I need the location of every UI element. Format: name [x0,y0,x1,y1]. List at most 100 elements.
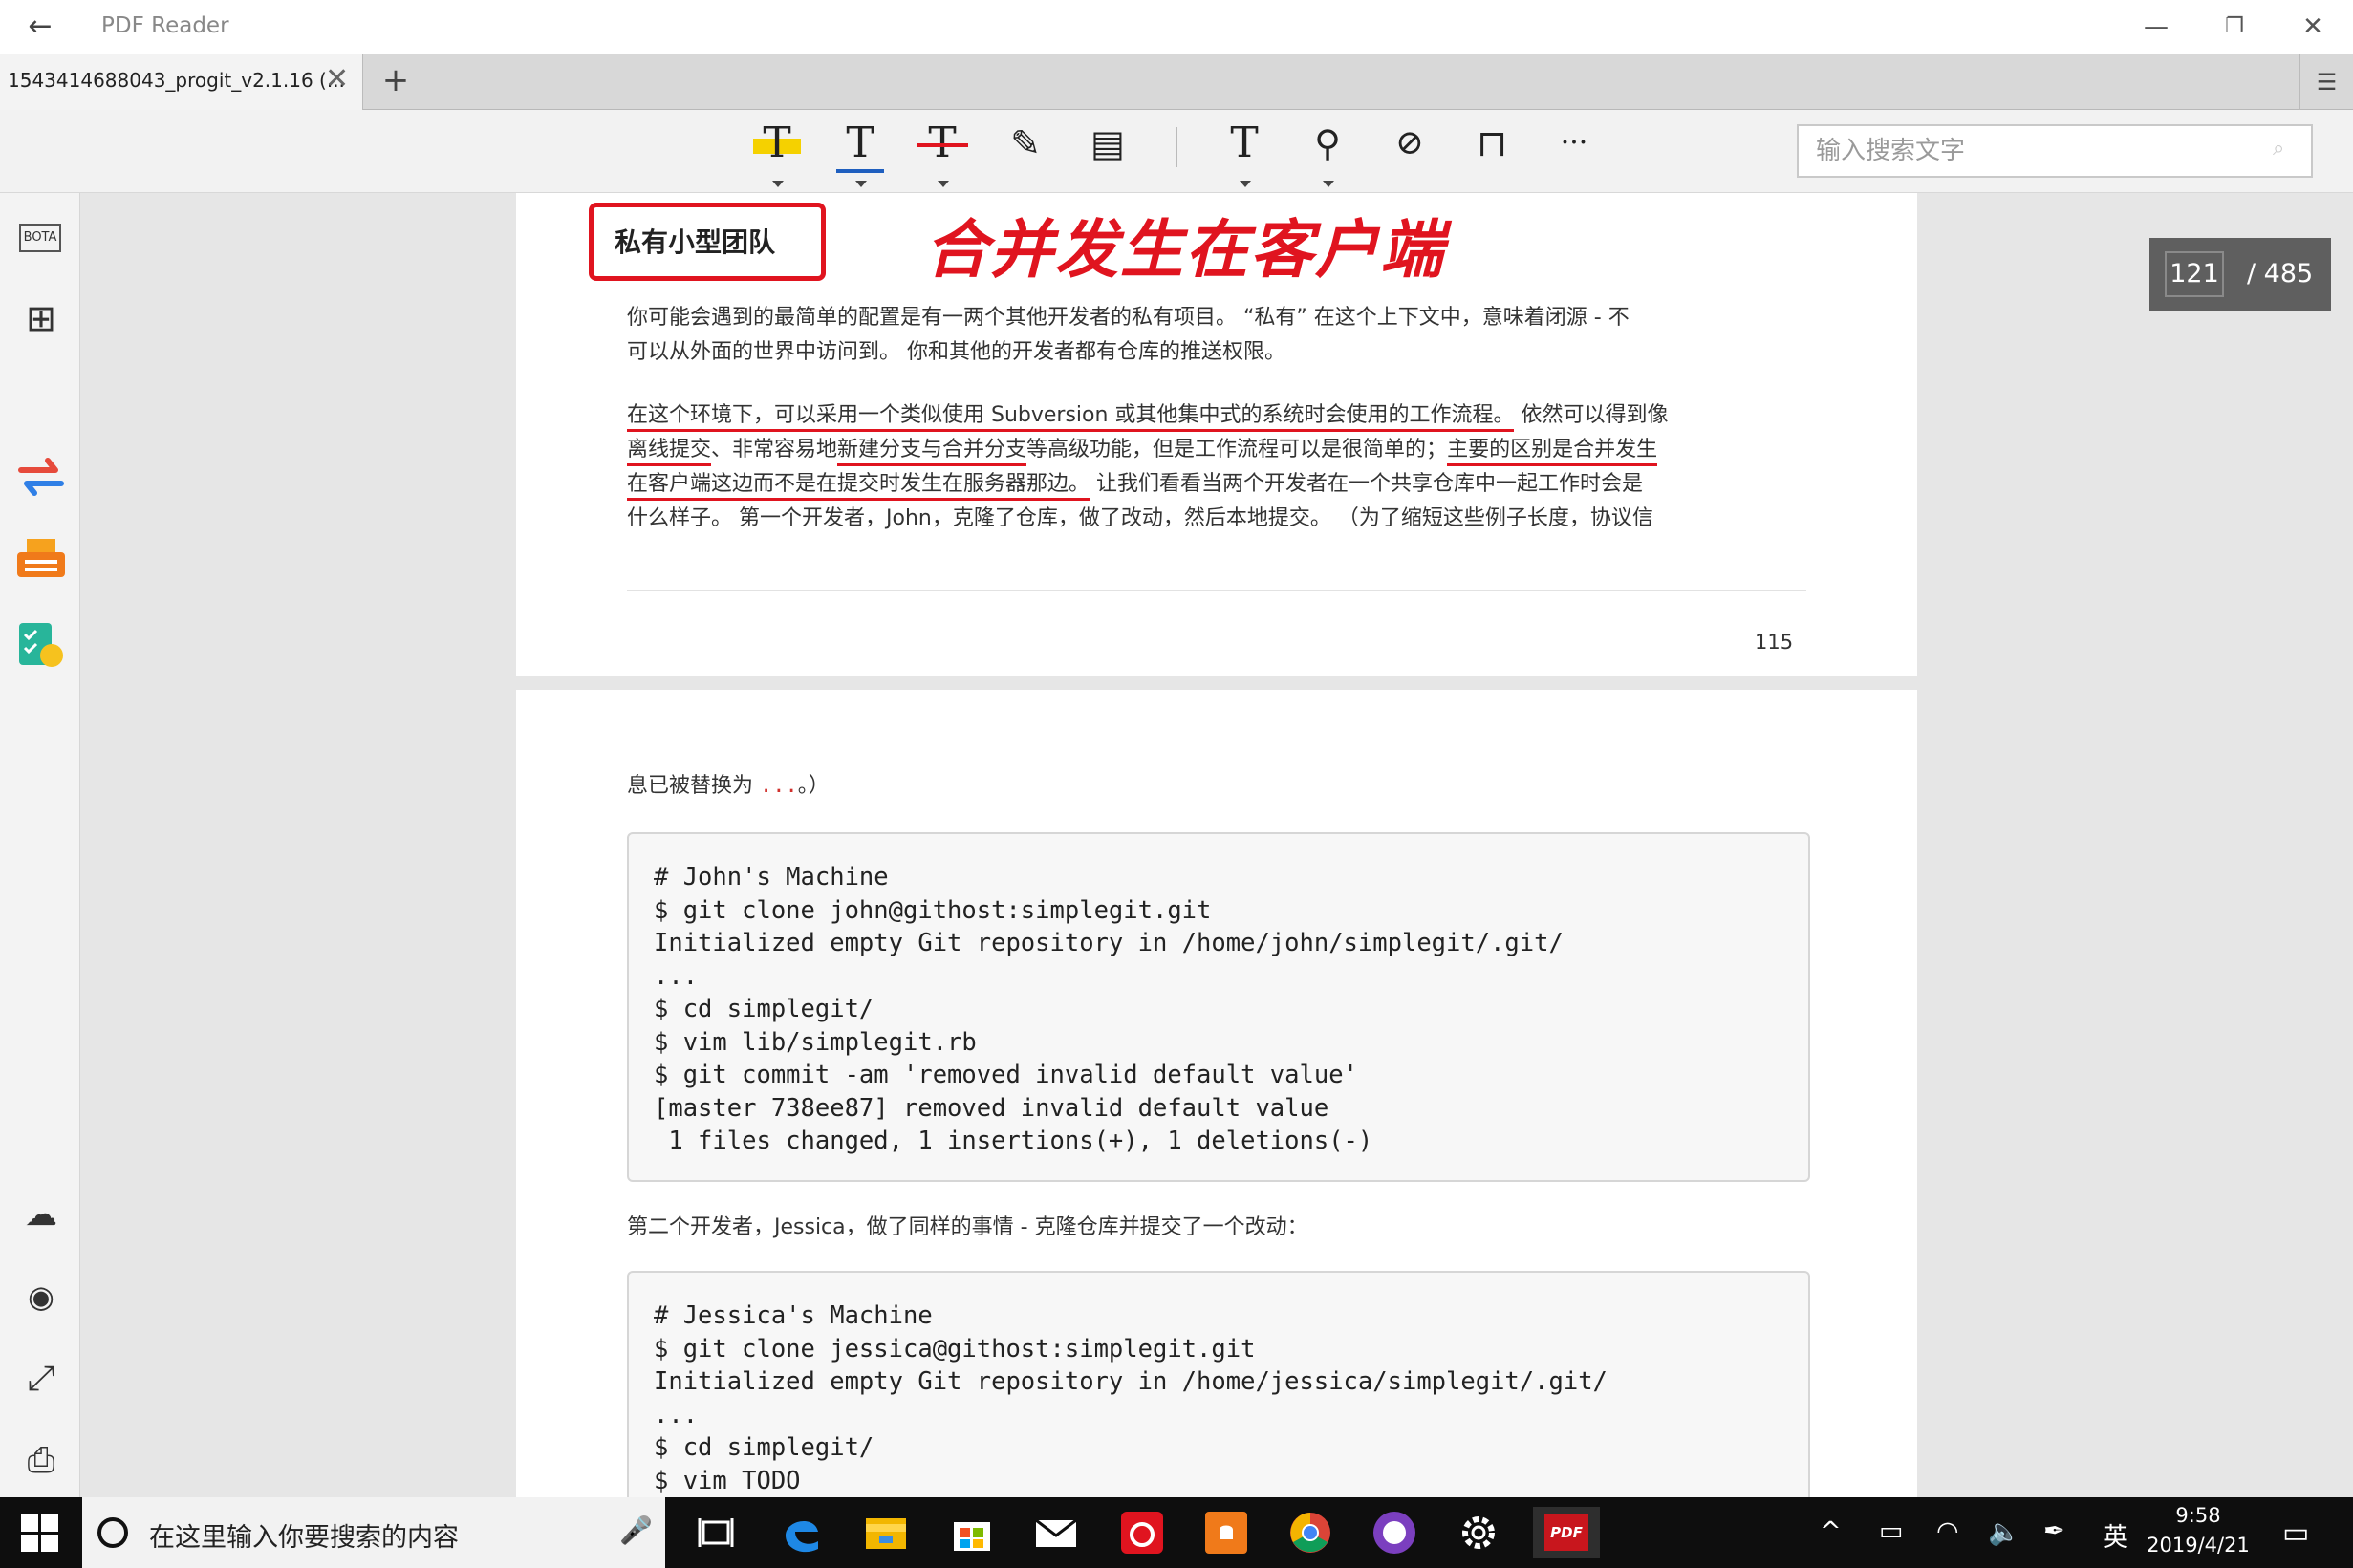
github-icon[interactable] [1369,1507,1420,1558]
pdf-page: 息已被替换为 ...。） # John's Machine $ git clon… [516,690,1917,1497]
text-span: 让我们看看当两个开发者在一个共享仓库中一起工作时会是 [1090,472,1644,496]
battery-icon[interactable]: ▭ [1879,1516,1904,1546]
file-explorer-icon[interactable] [860,1507,912,1558]
code-line: [master 738ee87] removed invalid default… [654,1093,1329,1123]
convert-icon[interactable] [13,449,69,505]
code-line: # John's Machine [654,863,889,891]
new-tab-button[interactable]: + [373,59,419,105]
notification-center-icon[interactable]: ▭ [2282,1516,2309,1550]
clock-time[interactable]: 9:58 [2160,1504,2236,1527]
code-line: 1 files changed, 1 insertions(+), 1 dele… [654,1127,1373,1155]
chevron-down-icon[interactable] [855,181,867,187]
eye-icon[interactable]: ◉ [13,1269,69,1324]
highlight-text-tool[interactable]: T [749,118,805,188]
pen-workspace-icon[interactable]: ✒ [2043,1516,2065,1546]
fullscreen-icon[interactable]: ⤢ [13,1351,69,1407]
close-tab-icon[interactable]: ✕ [325,62,349,96]
search-icon[interactable]: ⌕ [2273,137,2284,161]
more-icon: ··· [1560,126,1588,160]
paragraph-line: 在客户端这边而不是在提交时发生在服务器那边。 让我们看看当两个开发者在一个共享仓… [627,466,1644,501]
paragraph-line: 息已被替换为 ...。） [627,768,830,799]
bookmark-tool[interactable]: ⊓ [1464,118,1520,188]
paragraph-line: 可以从外面的世界中访问到。 你和其他的开发者都有仓库的推送权限。 [627,340,1285,364]
document-tab[interactable]: 1543414688043_progit_v2.1.16 (... ✕ [0,54,363,110]
document-viewer[interactable]: 私有小型团队 合并发生在客户端 你可能会遇到的最简单的配置是有一两个其他开发者的… [81,193,2353,1497]
cortana-icon[interactable] [97,1517,128,1548]
paragraph-line: 什么样子。 第一个开发者，John，克隆了仓库，做了改动，然后本地提交。 （为了… [627,506,1653,530]
paragraph-line: 第二个开发者，Jessica，做了同样的事情 - 克隆仓库并提交了一个改动： [627,1215,1308,1239]
text-span: 。） [797,774,830,798]
pdf-reader-icon[interactable]: PDF [1533,1507,1600,1558]
stamp-icon: ⚲ [1314,122,1341,164]
underline-text-tool[interactable]: T [832,118,888,188]
fax-icon[interactable] [13,533,69,589]
code-line: # Jessica's Machine [654,1301,933,1330]
text-tool[interactable]: T [1217,118,1272,188]
underlined-text: 主要的区别是合并发生 [1447,438,1658,466]
taskbar-search-box[interactable]: 在这里输入你要搜索的内容 🎤 [82,1497,665,1568]
thumbnails-grid-icon[interactable]: ⊞ [13,290,69,346]
code-block: # John's Machine $ git clone john@githos… [627,832,1810,1182]
close-window-button[interactable]: ✕ [2284,6,2342,48]
stamp-tool[interactable]: ⚲ [1300,118,1355,188]
cloud-icon[interactable]: ☁ [13,1187,69,1242]
code-line: Initialized empty Git repository in /hom… [654,929,1564,957]
tab-list-menu-icon[interactable]: ☰ [2299,54,2353,110]
store-icon[interactable] [946,1507,998,1558]
link-icon: ⊘ [1394,123,1425,162]
print-icon[interactable]: ⎙ [13,1433,69,1489]
handwritten-annotation: 合并发生在客户端 [925,212,1445,287]
chevron-up-icon[interactable]: ^ [1820,1516,1842,1546]
chevron-down-icon[interactable] [1240,181,1251,187]
section-heading: 私有小型团队 [615,226,776,258]
paragraph-line: 在这个环境下，可以采用一个类似使用 Subversion 或其他集中式的系统时会… [627,397,1668,432]
notification-app-icon[interactable] [1200,1507,1252,1558]
current-page-input[interactable]: 121 [2165,251,2224,297]
chevron-down-icon[interactable] [938,181,949,187]
strikethrough-swatch [917,143,968,147]
code-line: $ vim TODO [654,1466,801,1495]
chevron-down-icon[interactable] [1323,181,1334,187]
code-line: $ vim lib/simplegit.rb [654,1027,977,1057]
search-input[interactable] [1797,124,2313,178]
input-method-icon[interactable]: 英 [2103,1516,2128,1554]
underline-swatch [836,169,884,173]
text-span: 息已被替换为 [627,774,760,798]
code-line: $ git clone john@githost:simplegit.git [654,895,1212,925]
task-list-icon[interactable] [13,617,69,673]
tab-bar: 1543414688043_progit_v2.1.16 (... ✕ + ☰ [0,54,2353,110]
bookmark-icon: ⊓ [1477,122,1507,164]
windows-start-icon[interactable] [21,1514,59,1553]
chevron-down-icon[interactable] [772,181,784,187]
total-pages: / 485 [2247,259,2314,289]
app-title: PDF Reader [101,13,229,38]
note-tool[interactable]: ▤ [1080,118,1135,188]
underline-text-icon: T [846,118,874,167]
strikethrough-text-tool[interactable]: T [915,118,970,188]
netease-music-icon[interactable] [1116,1507,1168,1558]
pdf-reader-label: PDF [1544,1514,1588,1551]
more-tool[interactable]: ··· [1546,118,1602,188]
pen-tool[interactable]: ✎ [998,118,1053,188]
minimize-button[interactable]: — [2127,6,2185,48]
page-number: 115 [1755,631,1794,654]
bota-button[interactable]: BOTA [13,212,69,268]
chrome-icon[interactable] [1284,1507,1336,1558]
code-line: ... [654,961,699,991]
link-tool[interactable]: ⊘ [1382,118,1437,188]
task-view-icon[interactable] [690,1507,742,1558]
taskbar-search-placeholder: 在这里输入你要搜索的内容 [149,1523,459,1553]
microphone-icon[interactable]: 🎤 [619,1514,653,1546]
maximize-button[interactable]: ❐ [2206,6,2263,48]
edge-icon[interactable] [776,1507,828,1558]
underlined-text: 离线提交 [627,438,712,466]
clock-date[interactable]: 2019/4/21 [2141,1534,2256,1557]
back-arrow-icon[interactable]: ← [21,8,59,46]
volume-icon[interactable]: 🔈 [1988,1516,2020,1547]
title-bar: ← PDF Reader — ❐ ✕ [0,0,2353,54]
pdf-page: 私有小型团队 合并发生在客户端 你可能会遇到的最简单的配置是有一两个其他开发者的… [516,193,1917,676]
text-span: 、非常容易地 [711,438,838,462]
settings-icon[interactable] [1453,1507,1504,1558]
wifi-icon[interactable]: ◠ [1936,1516,1959,1546]
mail-icon[interactable] [1030,1507,1082,1558]
